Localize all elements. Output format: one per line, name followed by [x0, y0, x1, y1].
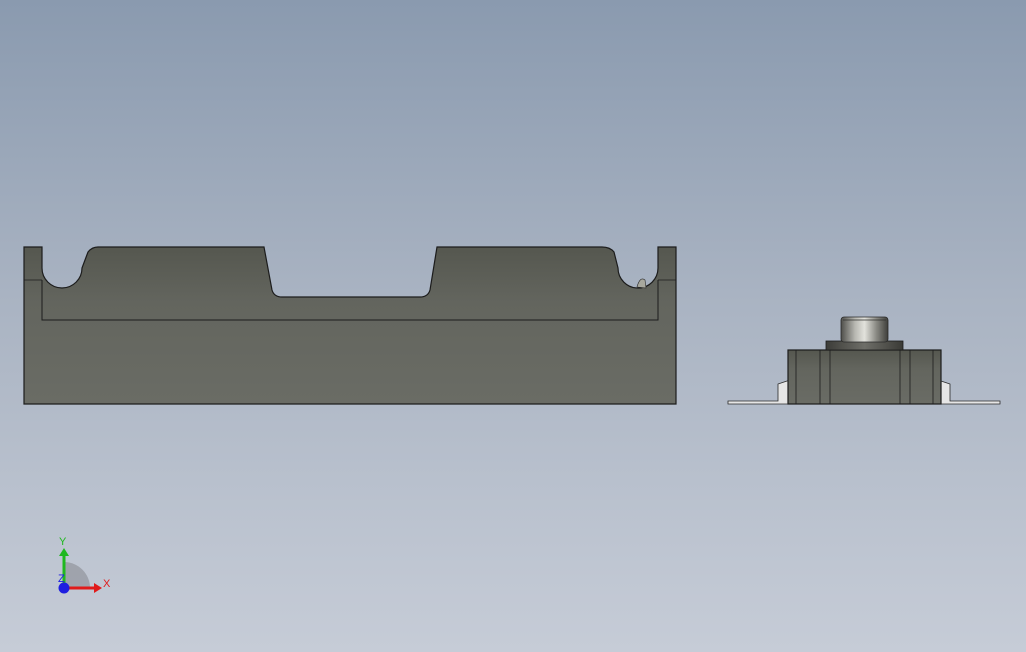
graphics-viewport[interactable]: Y X Z: [0, 0, 1026, 652]
triad-xy-plane-icon: [64, 562, 90, 588]
triad-y-label: Y: [59, 536, 67, 548]
triad-z-label: Z: [58, 573, 65, 585]
side-view-part[interactable]: [727, 316, 1001, 405]
front-view-pin-hint: [636, 278, 647, 289]
triad-y-arrow-icon: [59, 548, 69, 556]
front-view-body: [23, 246, 677, 405]
triad-x-label: X: [103, 578, 111, 590]
triad-x-arrow-icon: [94, 583, 102, 593]
front-view-part[interactable]: [23, 246, 677, 405]
side-view-left-bracket: [727, 379, 791, 405]
side-view-right-bracket: [937, 379, 1001, 405]
orientation-triad[interactable]: Y X Z: [58, 536, 111, 594]
side-view-pin: [840, 316, 889, 343]
side-view-body: [787, 349, 942, 405]
